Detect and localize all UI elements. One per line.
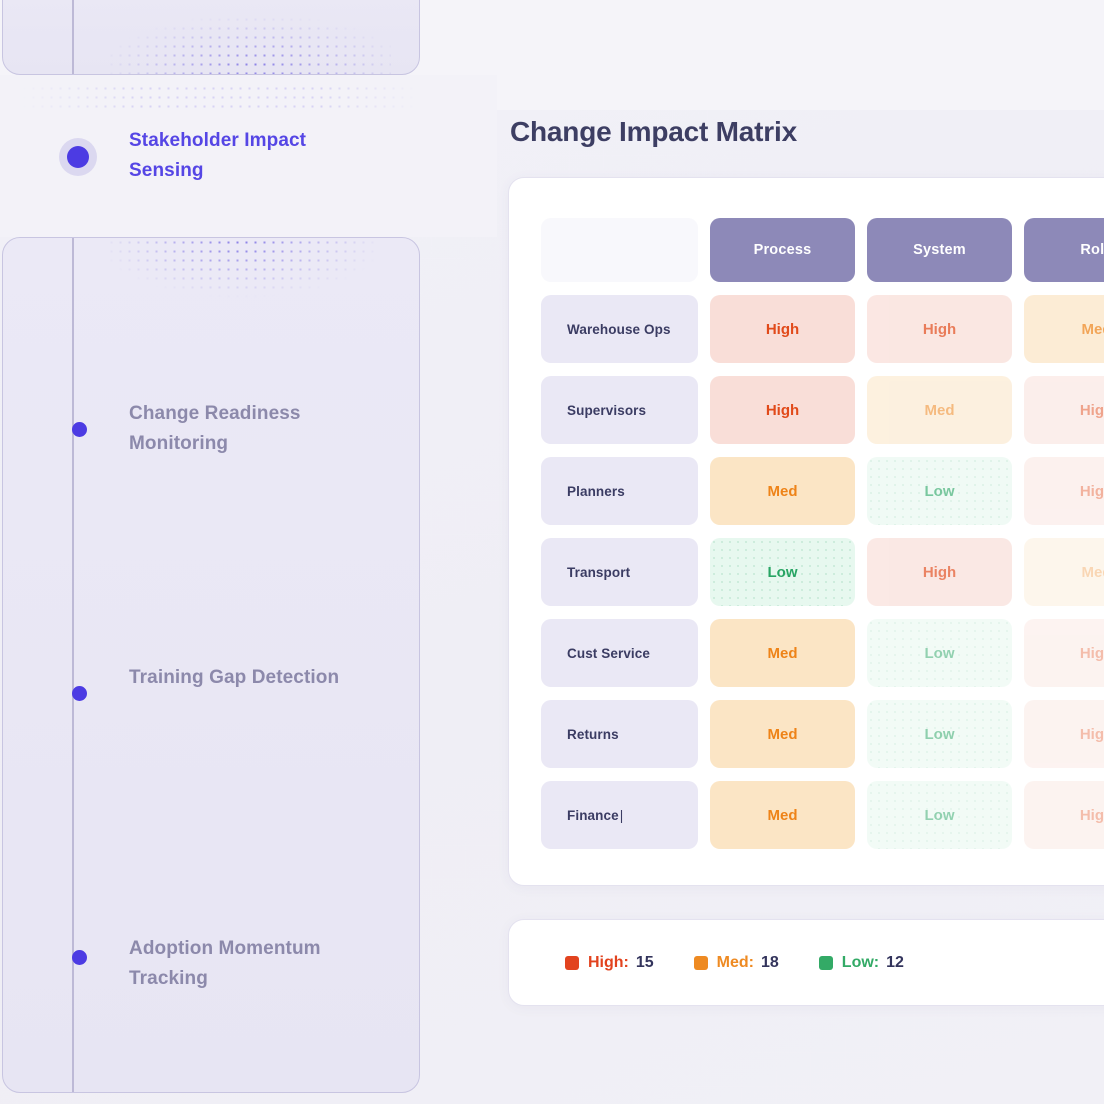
- matrix-column-header: System: [867, 218, 1012, 282]
- matrix-cell[interactable]: Low: [867, 457, 1012, 525]
- matrix-row-label[interactable]: Warehouse Ops: [541, 295, 698, 363]
- matrix-cell[interactable]: Low: [710, 538, 855, 606]
- legend-swatch-icon: [565, 956, 579, 970]
- dots-decoration: [107, 0, 391, 75]
- matrix-cell[interactable]: Low: [867, 700, 1012, 768]
- matrix-cell[interactable]: High: [710, 376, 855, 444]
- matrix-cell[interactable]: Low: [867, 619, 1012, 687]
- cell-value: High: [1080, 807, 1104, 824]
- sidebar-card-top: [2, 0, 420, 75]
- legend-swatch-icon: [694, 956, 708, 970]
- step-dot-icon: [72, 950, 87, 965]
- legend-label: Med:: [717, 954, 754, 972]
- matrix-row-label[interactable]: Planners: [541, 457, 698, 525]
- matrix-card: ProcessSystemRole Warehouse Ops High High Me…: [508, 177, 1104, 886]
- legend-item: High: 15: [565, 954, 654, 972]
- step-label: Change Readiness Monitoring: [129, 399, 351, 459]
- matrix-row-label[interactable]: Supervisors: [541, 376, 698, 444]
- matrix-cell[interactable]: High: [710, 295, 855, 363]
- dots-decoration: [107, 238, 375, 310]
- matrix-row-label[interactable]: Transport: [541, 538, 698, 606]
- legend-count: 12: [886, 954, 904, 972]
- matrix-cell[interactable]: Med: [867, 376, 1012, 444]
- cell-value: Med: [1082, 564, 1104, 581]
- cell-value: Low: [925, 483, 955, 500]
- step-label: Stakeholder Impact Sensing: [129, 126, 351, 186]
- timeline-line: [72, 0, 74, 74]
- matrix-corner-cell: [541, 218, 698, 282]
- matrix-cell[interactable]: High: [1024, 781, 1104, 849]
- cell-value: High: [923, 321, 956, 338]
- sidebar-step-adoption-momentum-tracking[interactable]: Adoption Momentum Tracking: [129, 934, 351, 994]
- cell-value: Low: [925, 807, 955, 824]
- row-label-text: Cust Service: [567, 646, 650, 661]
- row-label-text: Supervisors: [567, 403, 646, 418]
- matrix-row-label[interactable]: Finance|: [541, 781, 698, 849]
- matrix-cell[interactable]: Low: [867, 781, 1012, 849]
- matrix-cell[interactable]: Med: [710, 781, 855, 849]
- matrix-cell[interactable]: High: [867, 538, 1012, 606]
- impact-matrix: ProcessSystemRole Warehouse Ops High High Me…: [541, 218, 1104, 849]
- legend-count: 15: [636, 954, 654, 972]
- cell-value: Med: [768, 645, 798, 662]
- cell-value: High: [1080, 483, 1104, 500]
- matrix-cell[interactable]: High: [867, 295, 1012, 363]
- cell-value: Low: [925, 645, 955, 662]
- matrix-cell[interactable]: High: [1024, 376, 1104, 444]
- cell-value: High: [1080, 645, 1104, 662]
- timeline-line: [72, 238, 74, 1092]
- step-label: Adoption Momentum Tracking: [129, 934, 351, 994]
- cell-value: Low: [768, 564, 798, 581]
- cell-value: Med: [1082, 321, 1104, 338]
- matrix-column-header: Process: [710, 218, 855, 282]
- step-dot-icon: [72, 422, 87, 437]
- row-label-text: Planners: [567, 484, 625, 499]
- cell-value: Med: [768, 807, 798, 824]
- legend-swatch-icon: [819, 956, 833, 970]
- matrix-cell[interactable]: Med: [710, 619, 855, 687]
- matrix-column-header: Role: [1024, 218, 1104, 282]
- matrix-cell[interactable]: High: [1024, 619, 1104, 687]
- matrix-cell[interactable]: Med: [1024, 295, 1104, 363]
- dots-decoration: [20, 84, 420, 110]
- cell-value: High: [923, 564, 956, 581]
- legend-item: Med: 18: [694, 954, 779, 972]
- step-dot-icon: [67, 146, 89, 168]
- cell-value: Med: [768, 726, 798, 743]
- cell-value: Med: [768, 483, 798, 500]
- matrix-row-label[interactable]: Returns: [541, 700, 698, 768]
- matrix-cell[interactable]: High: [1024, 457, 1104, 525]
- matrix-row-label[interactable]: Cust Service: [541, 619, 698, 687]
- row-label-text: Transport: [567, 565, 630, 580]
- page-title: Change Impact Matrix: [510, 116, 797, 148]
- sidebar-step-training-gap-detection[interactable]: Training Gap Detection: [129, 663, 351, 693]
- step-dot-icon: [72, 686, 87, 701]
- legend-card: High: 15 Med: 18 Low: 12: [508, 919, 1104, 1006]
- cell-value: High: [1080, 726, 1104, 743]
- text-cursor: |: [620, 808, 624, 823]
- sidebar-step-stakeholder-impact-sensing[interactable]: Stakeholder Impact Sensing: [129, 126, 351, 186]
- cell-value: High: [766, 321, 799, 338]
- row-label-text: Warehouse Ops: [567, 322, 671, 337]
- step-label: Training Gap Detection: [129, 663, 351, 693]
- matrix-cell[interactable]: Med: [710, 457, 855, 525]
- legend-item: Low: 12: [819, 954, 904, 972]
- row-label-text: Returns: [567, 727, 619, 742]
- legend-label: Low:: [842, 954, 879, 972]
- legend-count: 18: [761, 954, 779, 972]
- cell-value: High: [766, 402, 799, 419]
- matrix-cell[interactable]: Med: [1024, 538, 1104, 606]
- cell-value: Med: [925, 402, 955, 419]
- sidebar-step-change-readiness-monitoring[interactable]: Change Readiness Monitoring: [129, 399, 351, 459]
- cell-value: High: [1080, 402, 1104, 419]
- matrix-cell[interactable]: Med: [710, 700, 855, 768]
- cell-value: Low: [925, 726, 955, 743]
- page: { "sidebar": { "steps": [ { "label": "St…: [0, 0, 1104, 1104]
- row-label-text: Finance: [567, 808, 619, 823]
- legend-label: High:: [588, 954, 629, 972]
- matrix-cell[interactable]: High: [1024, 700, 1104, 768]
